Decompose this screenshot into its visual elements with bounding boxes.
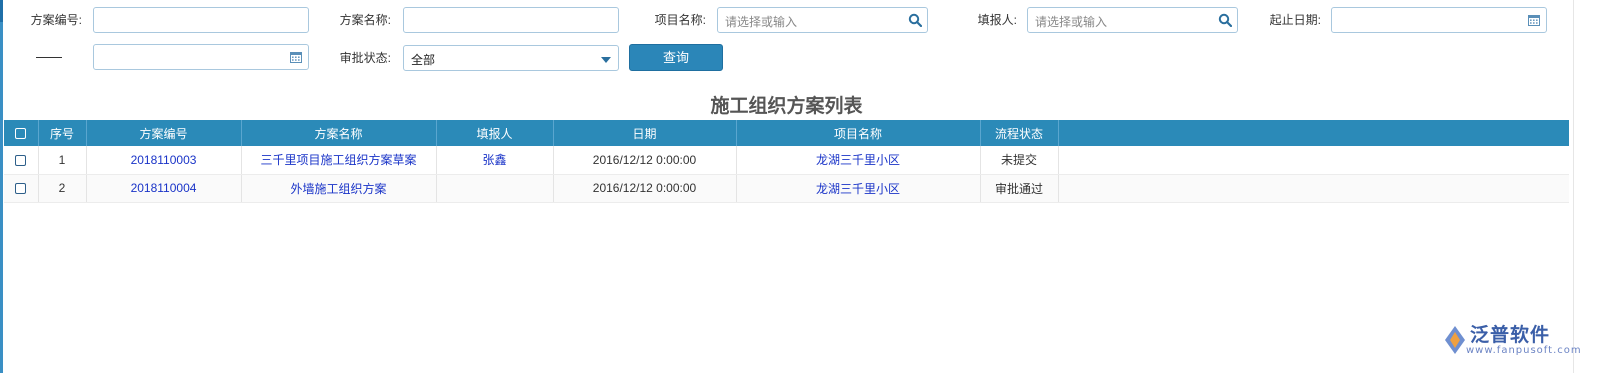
search-icon[interactable] bbox=[908, 13, 922, 27]
row-checkbox[interactable] bbox=[15, 183, 27, 195]
column-header-project[interactable]: 项目名称 bbox=[736, 120, 981, 146]
column-header-reporter[interactable]: 填报人 bbox=[436, 120, 554, 146]
date-range-separator bbox=[36, 57, 62, 58]
plan-table: 序号 方案编号 方案名称 填报人 日期 项目名称 流程状态 1 20181100… bbox=[4, 120, 1569, 203]
row-seq: 2 bbox=[38, 174, 87, 203]
approval-status-select[interactable]: 全部 bbox=[403, 45, 619, 71]
plan-no-input[interactable] bbox=[93, 7, 309, 33]
row-plan-name-link[interactable]: 三千里项目施工组织方案草案 bbox=[241, 146, 437, 175]
project-name-placeholder: 请选择或输入 bbox=[725, 15, 798, 29]
column-header-plan-name[interactable]: 方案名称 bbox=[241, 120, 437, 146]
chevron-down-icon[interactable] bbox=[599, 53, 613, 67]
reporter-placeholder: 请选择或输入 bbox=[1035, 15, 1108, 29]
calendar-icon[interactable] bbox=[289, 50, 303, 64]
column-header-plan-no[interactable]: 方案编号 bbox=[86, 120, 242, 146]
select-all-cell[interactable] bbox=[4, 120, 39, 146]
brand-name: 泛普软件 bbox=[1470, 324, 1551, 346]
calendar-icon[interactable] bbox=[1527, 13, 1541, 27]
plan-name-input[interactable] bbox=[403, 7, 619, 33]
brand-url: www.fanpusoft.com bbox=[1466, 345, 1582, 356]
row-plan-name-link[interactable]: 外墙施工组织方案 bbox=[241, 174, 437, 203]
column-header-filler bbox=[1058, 120, 1569, 146]
row-select-cell[interactable] bbox=[4, 174, 39, 203]
row-plan-no-link[interactable]: 2018110003 bbox=[86, 146, 242, 175]
project-name-input[interactable]: 请选择或输入 bbox=[717, 7, 928, 33]
select-all-checkbox[interactable] bbox=[15, 128, 27, 140]
approval-status-label: 审批状态: bbox=[339, 51, 391, 65]
start-date-label: 起止日期: bbox=[1269, 13, 1321, 27]
reporter-label: 填报人: bbox=[977, 13, 1017, 27]
right-divider bbox=[1573, 0, 1574, 373]
plan-no-label: 方案编号: bbox=[30, 13, 82, 27]
left-edge-accent bbox=[0, 0, 3, 22]
row-date: 2016/12/12 0:00:00 bbox=[553, 146, 737, 175]
table-row[interactable]: 2 2018110004 外墙施工组织方案 2016/12/12 0:00:00… bbox=[4, 174, 1569, 203]
reporter-input[interactable]: 请选择或输入 bbox=[1027, 7, 1238, 33]
query-button[interactable]: 查询 bbox=[629, 44, 723, 71]
search-icon[interactable] bbox=[1218, 13, 1232, 27]
row-project-link[interactable]: 龙湖三千里小区 bbox=[736, 174, 981, 203]
plan-name-label: 方案名称: bbox=[339, 13, 391, 27]
row-status: 审批通过 bbox=[980, 174, 1059, 203]
row-checkbox[interactable] bbox=[15, 155, 27, 167]
row-seq: 1 bbox=[38, 146, 87, 175]
column-header-seq[interactable]: 序号 bbox=[38, 120, 87, 146]
table-header-row: 序号 方案编号 方案名称 填报人 日期 项目名称 流程状态 bbox=[4, 120, 1569, 146]
row-filler bbox=[1058, 146, 1569, 175]
end-date-input[interactable] bbox=[93, 44, 309, 70]
row-project-link[interactable]: 龙湖三千里小区 bbox=[736, 146, 981, 175]
column-header-status[interactable]: 流程状态 bbox=[980, 120, 1059, 146]
row-reporter-link[interactable] bbox=[436, 174, 554, 203]
column-header-date[interactable]: 日期 bbox=[553, 120, 737, 146]
row-filler bbox=[1058, 174, 1569, 203]
row-select-cell[interactable] bbox=[4, 146, 39, 175]
left-edge-bar bbox=[0, 0, 3, 373]
project-name-label: 项目名称: bbox=[654, 13, 706, 27]
row-status: 未提交 bbox=[980, 146, 1059, 175]
right-gutter bbox=[1574, 0, 1608, 373]
row-plan-no-link[interactable]: 2018110004 bbox=[86, 174, 242, 203]
row-date: 2016/12/12 0:00:00 bbox=[553, 174, 737, 203]
list-title: 施工组织方案列表 bbox=[710, 96, 863, 117]
start-date-input[interactable] bbox=[1331, 7, 1547, 33]
row-reporter-link[interactable]: 张鑫 bbox=[436, 146, 554, 175]
table-row[interactable]: 1 2018110003 三千里项目施工组织方案草案 张鑫 2016/12/12… bbox=[4, 146, 1569, 175]
approval-status-value: 全部 bbox=[411, 53, 436, 67]
